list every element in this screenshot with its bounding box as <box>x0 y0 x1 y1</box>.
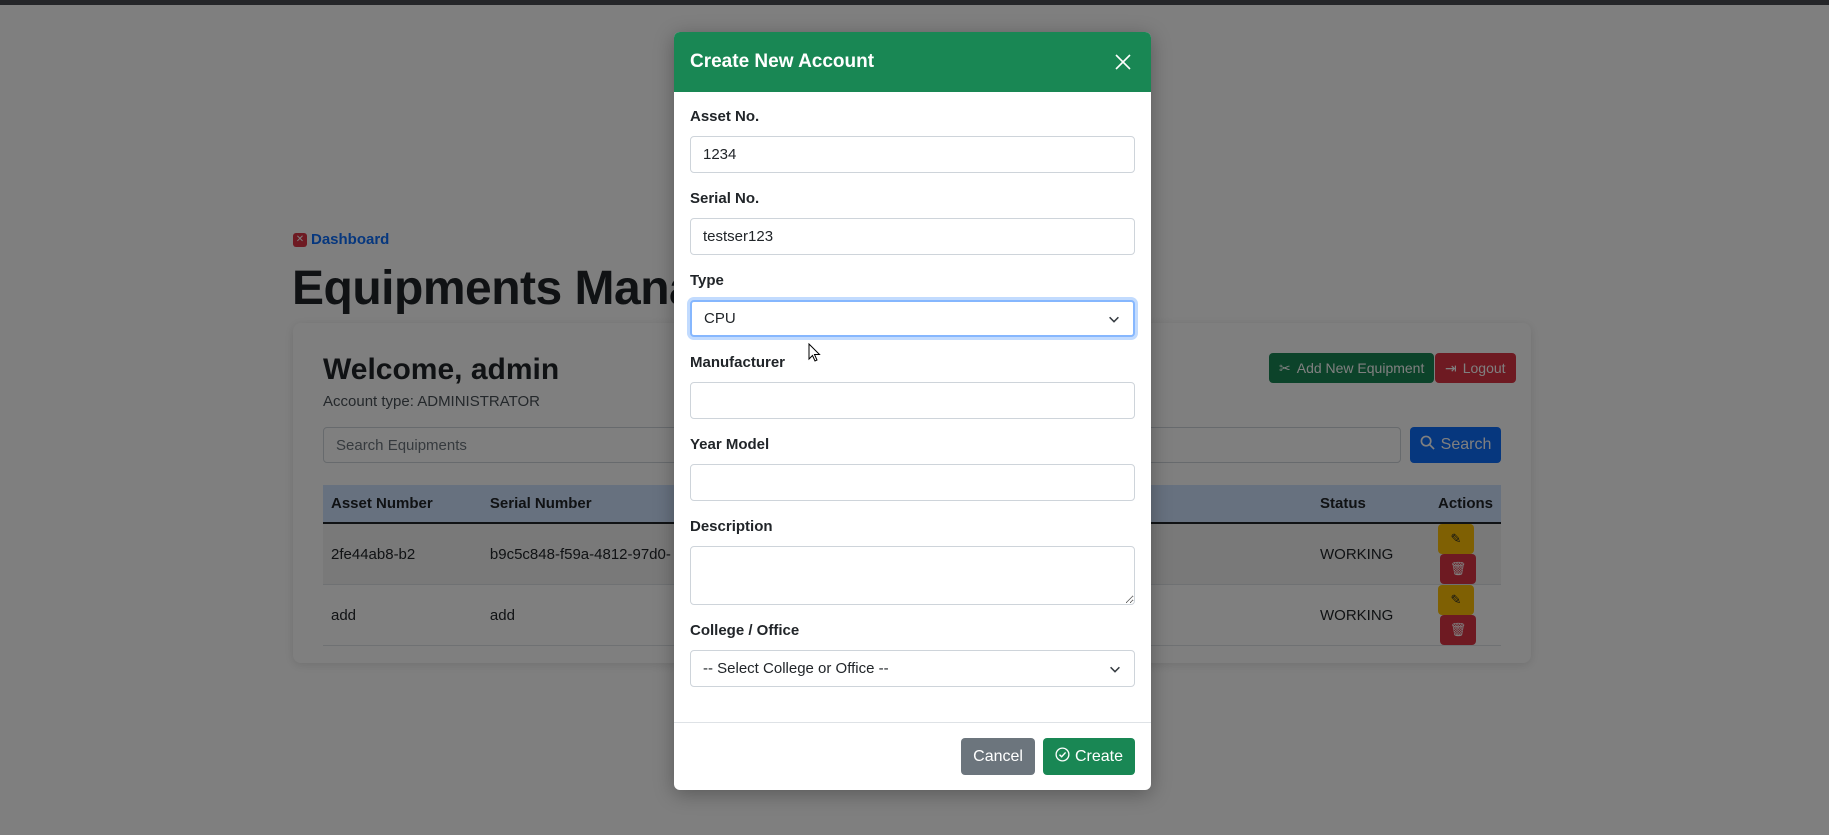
year-input[interactable] <box>690 464 1135 501</box>
create-label: Create <box>1074 747 1123 765</box>
year-label: Year Model <box>690 436 770 453</box>
modal-footer: Cancel Create <box>674 722 1151 790</box>
college-field: College / Office -- Select College or Of… <box>690 622 1135 687</box>
chevron-down-icon <box>1107 312 1121 326</box>
type-selected-value: CPU <box>704 310 736 327</box>
description-field: Description <box>690 518 1135 605</box>
check-circle-icon <box>1055 746 1070 767</box>
type-field: Type CPU <box>690 272 1135 337</box>
manufacturer-label: Manufacturer <box>690 354 786 371</box>
close-button[interactable] <box>1111 50 1135 74</box>
college-selected-value: -- Select College or Office -- <box>703 660 889 677</box>
description-label: Description <box>690 518 773 535</box>
mouse-cursor-icon <box>808 343 821 362</box>
cancel-button[interactable]: Cancel <box>961 738 1035 775</box>
type-select[interactable]: CPU <box>690 300 1135 337</box>
close-icon <box>1115 54 1131 70</box>
manufacturer-field: Manufacturer <box>690 354 1135 436</box>
manufacturer-input[interactable] <box>690 382 1135 419</box>
year-field: Year Model <box>690 436 1135 518</box>
serial-input[interactable] <box>690 218 1135 255</box>
create-account-modal: Create New Account Asset No. Serial No. … <box>674 32 1151 790</box>
create-button[interactable]: Create <box>1042 738 1135 775</box>
serial-field: Serial No. <box>690 190 1135 272</box>
asset-input[interactable] <box>690 136 1135 173</box>
serial-label: Serial No. <box>690 190 760 207</box>
chevron-down-icon <box>1108 662 1122 676</box>
modal-title: Create New Account <box>690 51 875 72</box>
college-select[interactable]: -- Select College or Office -- <box>690 650 1135 687</box>
asset-label: Asset No. <box>690 108 760 125</box>
description-textarea[interactable] <box>690 546 1135 605</box>
college-label: College / Office <box>690 622 800 639</box>
modal-header: Create New Account <box>674 32 1151 92</box>
asset-field: Asset No. <box>690 108 1135 190</box>
modal-body: Asset No. Serial No. Type CPU Manufactur… <box>674 92 1151 687</box>
type-label: Type <box>690 272 724 289</box>
